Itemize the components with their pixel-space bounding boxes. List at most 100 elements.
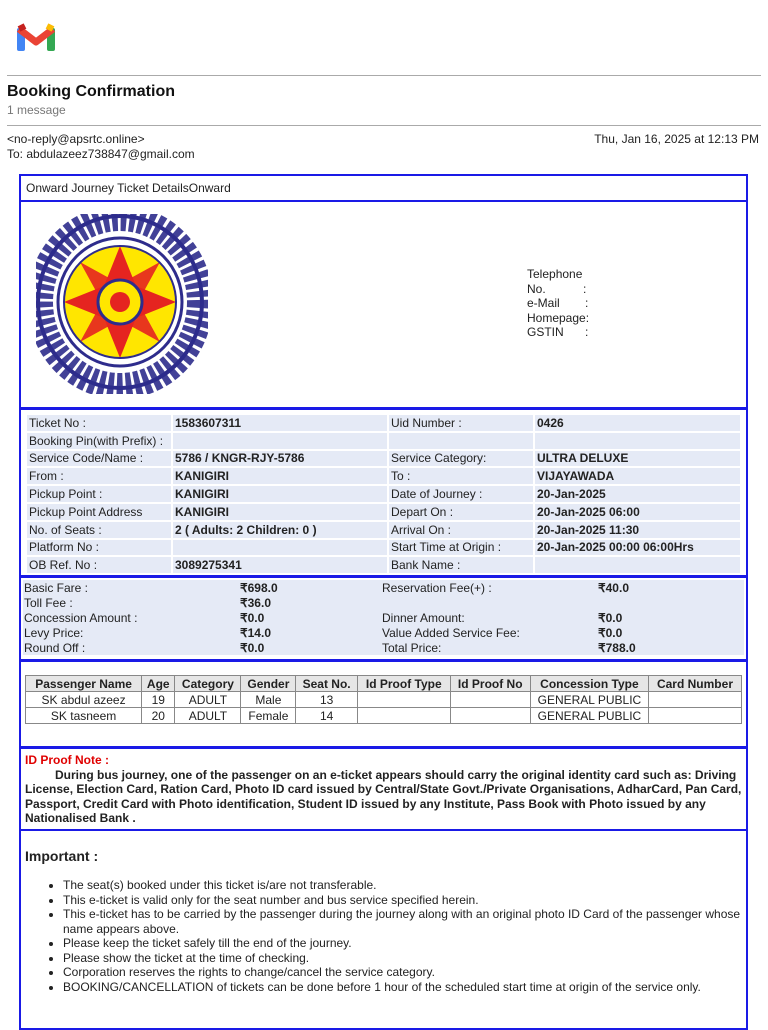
detail-value <box>535 432 740 449</box>
fare-value: ₹40.0 <box>597 580 744 595</box>
fare-value: ₹0.0 <box>239 610 381 625</box>
list-item: The seat(s) booked under this ticket is/… <box>63 878 742 893</box>
important-section: Important : The seat(s) booked under thi… <box>19 830 748 1030</box>
journey-details: Ticket No :1583607311 Uid Number :0426 Boo… <box>19 408 748 577</box>
detail-label: OB Ref. No : <box>27 557 171 574</box>
list-item: This e-ticket has to be carried by the p… <box>63 907 742 936</box>
detail-label: Bank Name : <box>389 557 533 574</box>
fare-row: Levy Price: ₹14.0 Value Added Service Fee:… <box>23 625 744 640</box>
table-cell: 13 <box>295 691 358 708</box>
detail-label: Booking Pin(with Prefix) : <box>27 432 171 449</box>
table-cell: SK tasneem <box>24 707 143 724</box>
fare-row: Basic Fare : ₹698.0 Reservation Fee(+) : ₹4… <box>23 580 744 595</box>
detail-value: ULTRA DELUXE <box>535 450 740 467</box>
column-header: Seat No. <box>295 675 358 692</box>
fare-value: ₹14.0 <box>239 625 381 640</box>
fare-value: ₹0.0 <box>239 640 381 655</box>
detail-row: Ticket No :1583607311 Uid Number :0426 <box>27 415 740 431</box>
detail-value: 20-Jan-2025 <box>535 486 740 502</box>
divider <box>7 75 761 76</box>
fare-details: Basic Fare : ₹698.0 Reservation Fee(+) : ₹4… <box>19 576 748 661</box>
detail-row: Pickup Point : KANIGIRI Date of Journey :2… <box>27 486 740 502</box>
apsrtc-logo-icon <box>36 214 208 394</box>
sep: : <box>583 281 587 296</box>
important-title: Important : <box>25 848 99 864</box>
gmail-logo-icon <box>16 23 56 51</box>
detail-row: From : KANIGIRI To : VIJAYAWADA <box>27 468 740 485</box>
detail-value: 20-Jan-2025 06:00 <box>535 503 740 520</box>
table-cell <box>449 707 531 724</box>
fare-row: Round Off : ₹0.0 Total Price: ₹788.0 <box>23 640 744 655</box>
table-cell: 14 <box>295 707 358 724</box>
table-cell <box>449 691 531 708</box>
divider <box>7 125 761 126</box>
passenger-section: Passenger Name Age Category Gender Seat No. I… <box>19 660 748 748</box>
ticket-title: Onward Journey Ticket DetailsOnward <box>19 174 748 202</box>
detail-label: Arrival On : <box>389 521 533 538</box>
important-list: The seat(s) booked under this ticket is/… <box>63 878 742 994</box>
detail-row: Booking Pin(with Prefix) : <box>27 432 740 449</box>
id-proof-note: ID Proof Note : During bus journey, one … <box>19 747 748 831</box>
list-item: Please keep the ticket safely till the e… <box>63 936 742 951</box>
email-subject: Booking Confirmation <box>7 83 175 100</box>
fare-value <box>597 595 744 610</box>
table-cell <box>647 707 743 724</box>
table-cell: 20 <box>141 707 176 724</box>
table-cell <box>356 691 451 708</box>
fare-label: Round Off : <box>23 640 239 655</box>
column-header: Id Proof Type <box>356 675 451 692</box>
detail-value: 0426 <box>535 415 740 431</box>
column-header: Concession Type <box>529 675 649 692</box>
detail-label: Pickup Point Address <box>27 503 171 520</box>
detail-value <box>535 557 740 574</box>
detail-value: 5786 / KNGR-RJY-5786 <box>173 450 387 467</box>
detail-label: Start Time at Origin : <box>389 539 533 556</box>
fare-label <box>381 595 597 610</box>
fare-value: ₹0.0 <box>597 625 744 640</box>
recipient: To: abdulazeez738847@gmail.com <box>7 147 195 161</box>
fare-row: Toll Fee : ₹36.0 <box>23 595 744 610</box>
detail-value: VIJAYAWADA <box>535 468 740 485</box>
fare-label: Levy Price: <box>23 625 239 640</box>
table-cell: Female <box>240 707 297 724</box>
sep: : <box>585 296 589 310</box>
column-header: Category <box>174 675 242 692</box>
detail-value: 20-Jan-2025 11:30 <box>535 521 740 538</box>
detail-value: KANIGIRI <box>173 468 387 485</box>
table-row: SK tasneem 20 ADULT Female 14 GENERAL PUBLIC <box>24 707 743 724</box>
detail-label: Ticket No : <box>27 415 171 431</box>
fare-label: Dinner Amount: <box>381 610 597 625</box>
detail-label <box>389 432 533 449</box>
sender: <no-reply@apsrtc.online> <box>7 132 145 146</box>
table-cell <box>356 707 451 724</box>
detail-value: 2 ( Adults: 2 Children: 0 ) <box>173 521 387 538</box>
column-header: Passenger Name <box>24 675 143 692</box>
detail-label: To : <box>389 468 533 485</box>
id-proof-note-label: ID Proof Note : <box>25 753 109 767</box>
detail-label: Date of Journey : <box>389 486 533 502</box>
fare-label: Toll Fee : <box>23 595 239 610</box>
detail-label: Service Category: <box>389 450 533 467</box>
fare-label: Basic Fare : <box>23 580 239 595</box>
detail-value: 1583607311 <box>173 415 387 431</box>
list-item: This e-ticket is valid only for the seat… <box>63 893 742 908</box>
fare-row: Concession Amount : ₹0.0 Dinner Amount: ₹0.… <box>23 610 744 625</box>
fare-value: ₹698.0 <box>239 580 381 595</box>
detail-label: Pickup Point : <box>27 486 171 502</box>
table-cell: GENERAL PUBLIC <box>529 691 649 708</box>
detail-label: Depart On : <box>389 503 533 520</box>
fare-label: Concession Amount : <box>23 610 239 625</box>
detail-value: 20-Jan-2025 00:00 06:00Hrs <box>535 539 740 556</box>
sep: : <box>585 325 589 339</box>
fare-label: Reservation Fee(+) : <box>381 580 597 595</box>
detail-value <box>173 539 387 556</box>
detail-label: Service Code/Name : <box>27 450 171 467</box>
email-label: e-Mail <box>527 296 560 310</box>
table-cell: 19 <box>141 691 176 708</box>
telephone-label: Telephone No. <box>527 267 583 296</box>
gstin-label: GSTIN <box>527 325 564 339</box>
message-count: 1 message <box>7 103 66 117</box>
fare-value: ₹788.0 <box>597 640 744 655</box>
column-header: Gender <box>240 675 297 692</box>
detail-row: Platform No : Start Time at Origin :20-Ja… <box>27 539 740 556</box>
